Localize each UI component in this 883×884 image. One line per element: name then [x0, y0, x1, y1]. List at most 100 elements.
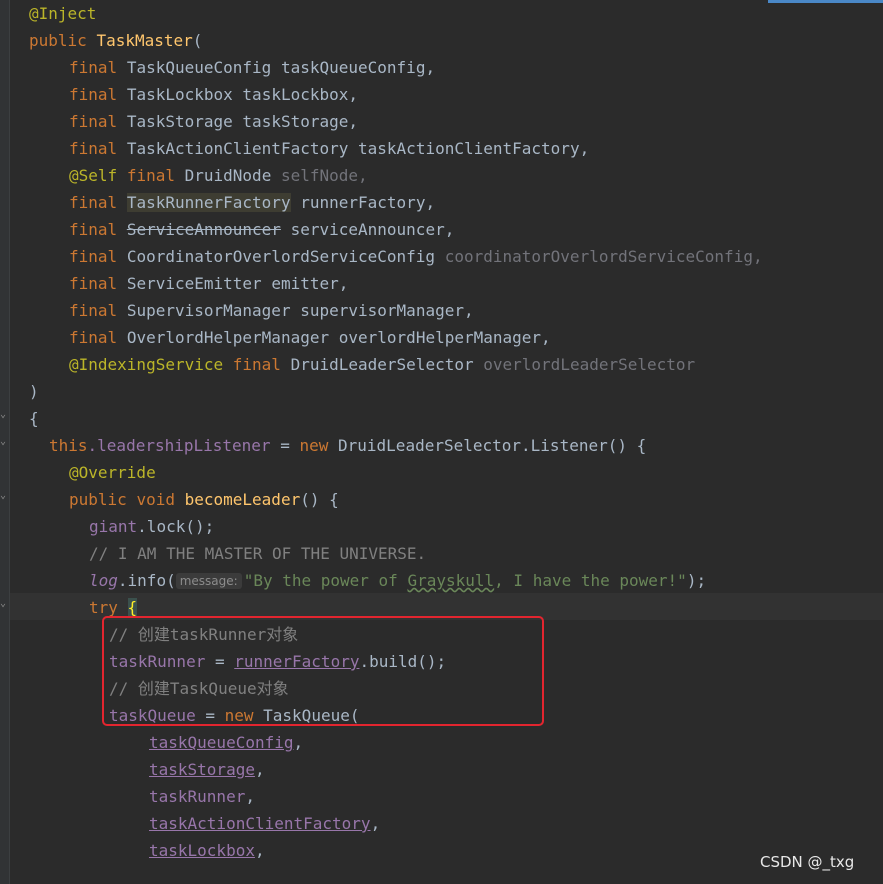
field-ref: .leadershipListener [87, 436, 271, 455]
annotation: @Override [69, 463, 156, 482]
type-name: CoordinatorOverlordServiceConfig [126, 247, 436, 266]
type-name: DruidLeaderSelector [290, 355, 474, 374]
brace-match: { [127, 598, 138, 617]
typo-highlight: Grayskull [407, 571, 495, 590]
punct: ); [686, 571, 707, 590]
param-name: selfNode, [280, 166, 368, 185]
code-line: public void becomeLeader() { [69, 486, 339, 513]
param-name: supervisorManager, [300, 301, 474, 320]
annotation: @Inject [29, 4, 97, 23]
annotation: @Self [69, 166, 118, 185]
code-text: .lock(); [137, 517, 215, 536]
code-line: this.leadershipListener = new DruidLeade… [49, 432, 646, 459]
field-ref: taskLockbox [149, 841, 255, 860]
keyword: final [69, 139, 118, 158]
comment: // I AM THE MASTER OF THE UNIVERSE. [89, 544, 427, 563]
field-ref: taskRunner [149, 787, 246, 806]
param-name: taskQueueConfig, [280, 58, 436, 77]
annotation-highlight-box [102, 616, 544, 726]
code-text: DruidLeaderSelector.Listener() { [328, 436, 647, 455]
code-line: public TaskMaster( [29, 27, 202, 54]
type-name: ServiceAnnouncer [126, 220, 281, 239]
parameter-hint: message: [175, 573, 242, 589]
code-line: taskLockbox, [149, 841, 265, 860]
keyword: final [69, 193, 118, 212]
code-line: taskRunner, [149, 787, 255, 806]
code-line: ) [29, 378, 39, 405]
scroll-indicator [768, 0, 883, 3]
fold-icon[interactable]: ⌄ [0, 491, 8, 501]
code-line: giant.lock(); [89, 513, 214, 540]
type-name: SupervisorManager [126, 301, 291, 320]
code-line: // I AM THE MASTER OF THE UNIVERSE. [89, 540, 426, 567]
code-line: @Override [69, 459, 156, 486]
keyword: final [69, 85, 118, 104]
method-name: becomeLeader [184, 490, 301, 509]
param-name: taskLockbox, [242, 85, 359, 104]
type-name: TaskStorage [126, 112, 233, 131]
code-line: taskQueueConfig, [149, 733, 304, 752]
type-name: ServiceEmitter [126, 274, 262, 293]
code-line: @IndexingService final DruidLeaderSelect… [69, 351, 695, 378]
param-name: runnerFactory, [300, 193, 436, 212]
code-text: .info( [117, 571, 176, 590]
code-line: final OverlordHelperManager overlordHelp… [69, 324, 551, 351]
type-name: TaskRunnerFactory [126, 193, 291, 212]
code-line: @Self final DruidNode selfNode, [69, 162, 368, 189]
string-literal: , I have the power!" [494, 571, 687, 590]
gutter-divider [9, 0, 10, 884]
punct: ( [192, 31, 203, 50]
punct: () { [300, 490, 339, 509]
param-name: coordinatorOverlordServiceConfig, [444, 247, 763, 266]
type-name: OverlordHelperManager [126, 328, 330, 347]
keyword: final [69, 58, 118, 77]
keyword: final [69, 328, 118, 347]
param-name: serviceAnnouncer, [290, 220, 455, 239]
type-name: TaskQueueConfig [126, 58, 272, 77]
punct: { [29, 409, 39, 428]
method-name: TaskMaster [96, 31, 193, 50]
keyword: final [69, 220, 118, 239]
code-line: final TaskRunnerFactory runnerFactory, [69, 189, 435, 216]
type-name: DruidNode [184, 166, 272, 185]
keyword: final [69, 301, 118, 320]
type-name: TaskLockbox [126, 85, 233, 104]
fold-icon[interactable]: ⌄ [0, 599, 8, 609]
code-line: final TaskQueueConfig taskQueueConfig, [69, 54, 435, 81]
punct: ) [29, 382, 39, 401]
annotation: @IndexingService [69, 355, 224, 374]
keyword: public [29, 31, 87, 50]
keyword: final [69, 247, 118, 266]
code-line: final SupervisorManager supervisorManage… [69, 297, 474, 324]
param-name: overlordLeaderSelector [483, 355, 696, 374]
string-literal: "By the power of [243, 571, 408, 590]
keyword: final [69, 112, 118, 131]
punct: = [270, 436, 300, 455]
code-line: taskStorage, [149, 760, 265, 779]
code-line: log.info(message: "By the power of Graysk… [89, 567, 706, 594]
code-line: final ServiceAnnouncer serviceAnnouncer, [69, 216, 454, 243]
fold-icon[interactable]: ⌄ [0, 437, 8, 447]
code-line: taskActionClientFactory, [149, 814, 381, 833]
param-name: taskStorage, [242, 112, 359, 131]
param-name: taskActionClientFactory, [358, 139, 590, 158]
type-name: TaskActionClientFactory [126, 139, 349, 158]
field-ref: giant [89, 517, 138, 536]
watermark: CSDN @_txg [760, 853, 855, 871]
code-line: final TaskStorage taskStorage, [69, 108, 358, 135]
code-line: final TaskActionClientFactory taskAction… [69, 135, 589, 162]
code-line: final CoordinatorOverlordServiceConfig c… [69, 243, 763, 270]
keyword: public [69, 490, 127, 509]
keyword: final [126, 166, 175, 185]
field-ref: taskStorage [149, 760, 255, 779]
keyword: final [69, 274, 118, 293]
keyword: void [136, 490, 175, 509]
keyword: new [299, 436, 329, 455]
code-line: { [29, 405, 39, 432]
field-ref: taskQueueConfig [149, 733, 294, 752]
keyword: this [49, 436, 88, 455]
param-name: emitter, [271, 274, 349, 293]
keyword: try [89, 598, 118, 617]
code-line: final ServiceEmitter emitter, [69, 270, 348, 297]
fold-icon[interactable]: ⌄ [0, 410, 8, 420]
